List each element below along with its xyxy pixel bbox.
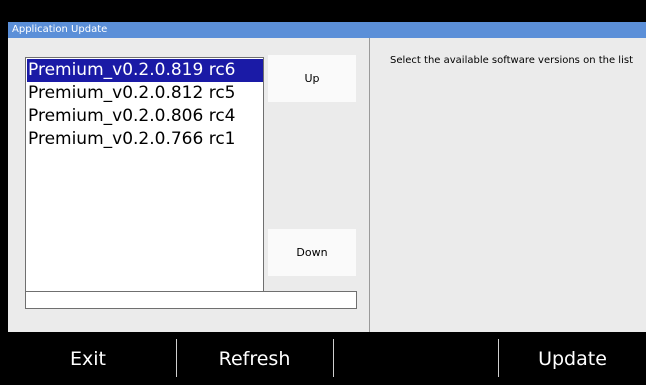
window-title: Application Update [8,22,646,38]
update-button[interactable]: Update [499,332,646,385]
version-item[interactable]: Premium_v0.2.0.806 rc4 [27,105,236,128]
version-list[interactable]: Premium_v0.2.0.819 rc6 Premium_v0.2.0.81… [25,57,264,299]
version-item[interactable]: Premium_v0.2.0.766 rc1 [27,128,236,151]
version-item[interactable]: Premium_v0.2.0.819 rc6 [27,59,263,82]
up-button[interactable]: Up [268,55,356,102]
down-button[interactable]: Down [268,229,356,276]
update-window: Application Update Premium_v0.2.0.819 rc… [8,22,646,332]
empty-nav-button[interactable] [334,332,497,385]
update-progress-bar [25,291,357,309]
panel-divider [369,38,370,332]
refresh-button[interactable]: Refresh [177,332,332,385]
exit-button[interactable]: Exit [0,332,176,385]
info-text: Select the available software versions o… [390,55,633,66]
bottom-nav-bar: Exit Refresh Update [0,332,646,385]
version-item[interactable]: Premium_v0.2.0.812 rc5 [27,82,236,105]
